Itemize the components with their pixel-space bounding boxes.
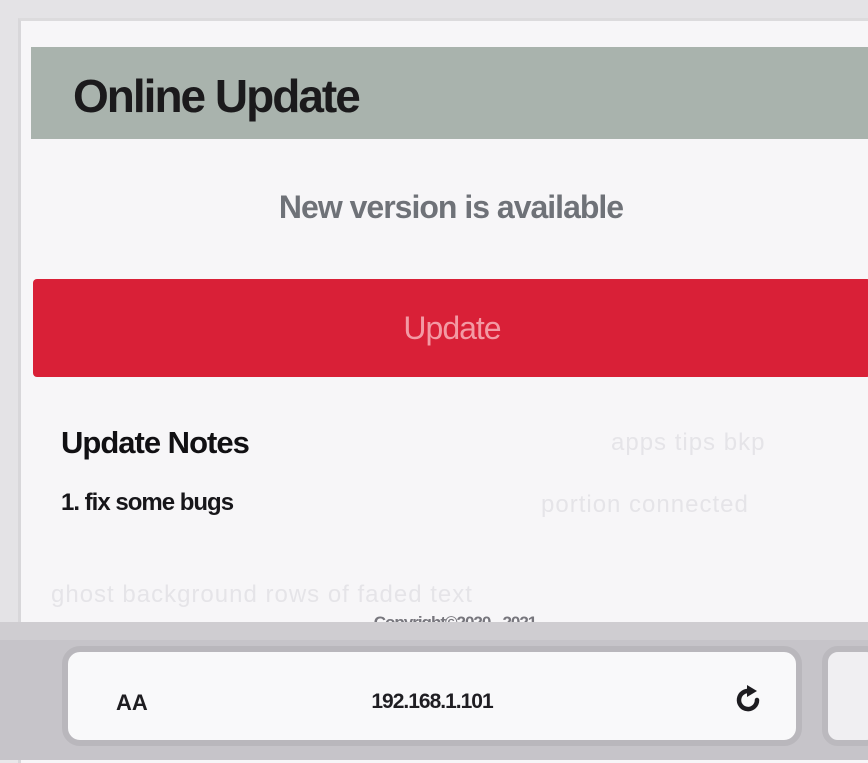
toolbar-divider [0, 622, 868, 640]
reload-icon[interactable] [730, 682, 766, 718]
bleed-through-text: ghost background rows of faded text [51, 581, 473, 608]
adjacent-tab[interactable] [822, 646, 868, 746]
bleed-through-text: portion connected [541, 491, 749, 518]
update-note-item: 1. fix some bugs [61, 489, 234, 516]
update-notes-title: Update Notes [61, 425, 250, 460]
bleed-through-text: apps tips bkp [611, 429, 766, 456]
update-button[interactable]: Update [33, 279, 868, 377]
url-text: 192.168.1.101 [371, 690, 493, 713]
page-title: Online Update [73, 70, 361, 122]
address-bar[interactable]: AA 192.168.1.101 [62, 646, 802, 746]
version-status-text: New version is available [278, 189, 624, 225]
update-button-label: Update [403, 309, 501, 346]
page-header: Online Update [31, 47, 868, 139]
